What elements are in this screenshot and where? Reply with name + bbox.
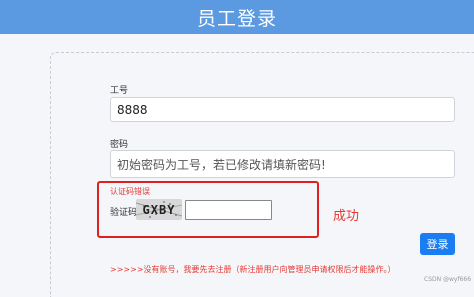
captcha-input[interactable]: [185, 200, 272, 220]
captcha-image[interactable]: GXBY: [136, 199, 182, 220]
success-annotation: 成功: [333, 209, 360, 224]
password-input[interactable]: 初始密码为工号，若已修改请填新密码!: [110, 150, 455, 178]
header-bar: 员工登录: [0, 0, 474, 34]
register-link[interactable]: >>>>>没有账号，我要先去注册（新注册用户向管理员申请权限后才能操作。）: [110, 264, 396, 275]
employee-id-input[interactable]: 8888: [110, 97, 455, 122]
password-label: 密码: [110, 140, 129, 150]
captcha-code: GXBY: [142, 202, 176, 217]
captcha-error-text: 认证码错误: [110, 187, 150, 196]
page-title: 员工登录: [196, 7, 277, 30]
watermark: CSDN @wyf666: [424, 276, 472, 283]
login-button[interactable]: 登录: [420, 233, 455, 255]
employee-id-label: 工号: [110, 86, 129, 96]
